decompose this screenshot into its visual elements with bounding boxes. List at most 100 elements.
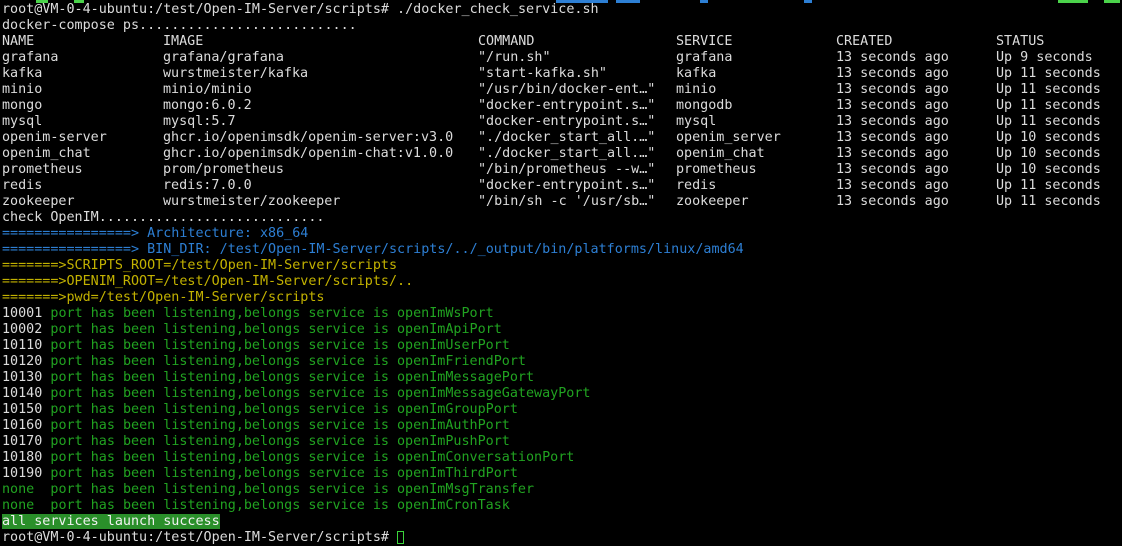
port-service-name: openImPushPort [397, 434, 510, 449]
pwd-line: =======>pwd=/test/Open-IM-Server/scripts [0, 290, 1122, 306]
container-command: "docker-entrypoint.s…" [478, 178, 655, 194]
container-created: 13 seconds ago [836, 50, 949, 66]
port-message: port has been listening,belongs service … [50, 354, 389, 369]
container-name: zookeeper [2, 194, 75, 210]
port-service-name: openImMessageGatewayPort [397, 386, 590, 401]
container-service: prometheus [676, 162, 757, 178]
port-check-line: 10130port has been listening,belongs ser… [0, 370, 1122, 386]
clipped-text-fragment [1058, 0, 1088, 3]
container-created: 13 seconds ago [836, 98, 949, 114]
clipped-text-fragment [700, 0, 708, 3]
container-image: wurstmeister/kafka [163, 66, 308, 82]
port-number: 10150 [2, 402, 50, 418]
architecture-line: ================> Architecture: x86_64 [0, 226, 1122, 242]
container-service: mongodb [676, 98, 732, 114]
compose-command-line: docker-compose ps.......................… [0, 18, 1122, 34]
container-command: "./docker_start_all.…" [478, 146, 655, 162]
port-number: 10110 [2, 338, 50, 354]
header-created: CREATED [836, 34, 892, 50]
clipped-text-fragment [1104, 0, 1120, 3]
container-service: openim_server [676, 130, 781, 146]
container-created: 13 seconds ago [836, 82, 949, 98]
port-message: port has been listening,belongs service … [50, 338, 389, 353]
container-created: 13 seconds ago [836, 130, 949, 146]
container-command: "/run.sh" [478, 50, 551, 66]
port-check-list: 10001port has been listening,belongs ser… [0, 306, 1122, 514]
container-status: Up 11 seconds [996, 66, 1101, 82]
container-name: redis [2, 178, 42, 194]
port-message: port has been listening,belongs service … [50, 466, 389, 481]
terminal-cursor[interactable] [397, 531, 404, 544]
container-row: zookeeper wurstmeister/zookeeper "/bin/s… [0, 194, 1122, 210]
container-name: mysql [2, 114, 42, 130]
success-badge: all services launch success [2, 514, 220, 529]
port-number: none [2, 482, 50, 498]
port-message: port has been listening,belongs service … [50, 402, 389, 417]
container-command: "docker-entrypoint.s…" [478, 98, 655, 114]
port-number: 10190 [2, 466, 50, 482]
port-number: 10130 [2, 370, 50, 386]
container-created: 13 seconds ago [836, 114, 949, 130]
container-service: mysql [676, 114, 716, 130]
port-check-line: 10150port has been listening,belongs ser… [0, 402, 1122, 418]
container-command: "/usr/bin/docker-ent…" [478, 82, 655, 98]
container-name: grafana [2, 50, 58, 66]
port-message: port has been listening,belongs service … [50, 370, 389, 385]
container-row: minio minio/minio "/usr/bin/docker-ent…"… [0, 82, 1122, 98]
container-status: Up 11 seconds [996, 194, 1101, 210]
container-name: prometheus [2, 162, 83, 178]
final-prompt-text: root@VM-0-4-ubuntu:/test/Open-IM-Server/… [2, 530, 397, 545]
port-service-name: openImGroupPort [397, 402, 518, 417]
clipped-text-fragment [616, 0, 640, 3]
port-message: port has been listening,belongs service … [50, 386, 389, 401]
container-name: openim_chat [2, 146, 91, 162]
port-number: 10140 [2, 386, 50, 402]
port-service-name: openImMsgTransfer [397, 482, 534, 497]
container-status: Up 11 seconds [996, 114, 1101, 130]
container-status: Up 10 seconds [996, 146, 1101, 162]
container-table-body: grafana grafana/grafana "/run.sh" grafan… [0, 50, 1122, 210]
container-status: Up 10 seconds [996, 130, 1101, 146]
container-image: ghcr.io/openimsdk/openim-chat:v1.0.0 [163, 146, 453, 162]
container-service: minio [676, 82, 716, 98]
port-service-name: openImApiPort [397, 322, 502, 337]
port-number: 10001 [2, 306, 50, 322]
port-message: port has been listening,belongs service … [50, 418, 389, 433]
port-service-name: openImFriendPort [397, 354, 526, 369]
container-service: kafka [676, 66, 716, 82]
header-name: NAME [2, 34, 34, 50]
port-check-line: 10110port has been listening,belongs ser… [0, 338, 1122, 354]
container-row: openim-server ghcr.io/openimsdk/openim-s… [0, 130, 1122, 146]
port-check-line: 10120port has been listening,belongs ser… [0, 354, 1122, 370]
port-service-name: openImCronTask [397, 498, 510, 513]
table-header-row: NAME IMAGE COMMAND SERVICE CREATED STATU… [0, 34, 1122, 50]
port-number: 10002 [2, 322, 50, 338]
container-row: openim_chat ghcr.io/openimsdk/openim-cha… [0, 146, 1122, 162]
port-service-name: openImConversationPort [397, 450, 574, 465]
container-command: "start-kafka.sh" [478, 66, 607, 82]
container-image: redis:7.0.0 [163, 178, 252, 194]
port-check-line: 10001port has been listening,belongs ser… [0, 306, 1122, 322]
container-image: wurstmeister/zookeeper [163, 194, 340, 210]
container-row: mysql mysql:5.7 "docker-entrypoint.s…" m… [0, 114, 1122, 130]
clipped-text-fragment [556, 0, 608, 3]
port-message: port has been listening,belongs service … [50, 482, 389, 497]
container-image: minio/minio [163, 82, 252, 98]
port-number: 10160 [2, 418, 50, 434]
port-check-line: 10160port has been listening,belongs ser… [0, 418, 1122, 434]
container-row: redis redis:7.0.0 "docker-entrypoint.s…"… [0, 178, 1122, 194]
port-service-name: openImWsPort [397, 306, 494, 321]
port-message: port has been listening,belongs service … [50, 322, 389, 337]
header-service: SERVICE [676, 34, 732, 50]
port-message: port has been listening,belongs service … [50, 450, 389, 465]
container-service: grafana [676, 50, 732, 66]
clipped-text-fragment [74, 0, 84, 3]
container-created: 13 seconds ago [836, 178, 949, 194]
port-number: 10120 [2, 354, 50, 370]
header-image: IMAGE [163, 34, 203, 50]
terminal-screen[interactable]: root@VM-0-4-ubuntu:/test/Open-IM-Server/… [0, 0, 1122, 542]
container-row: kafka wurstmeister/kafka "start-kafka.sh… [0, 66, 1122, 82]
container-command: "/bin/prometheus --w…" [478, 162, 655, 178]
port-service-name: openImThirdPort [397, 466, 518, 481]
container-image: ghcr.io/openimsdk/openim-server:v3.0 [163, 130, 453, 146]
